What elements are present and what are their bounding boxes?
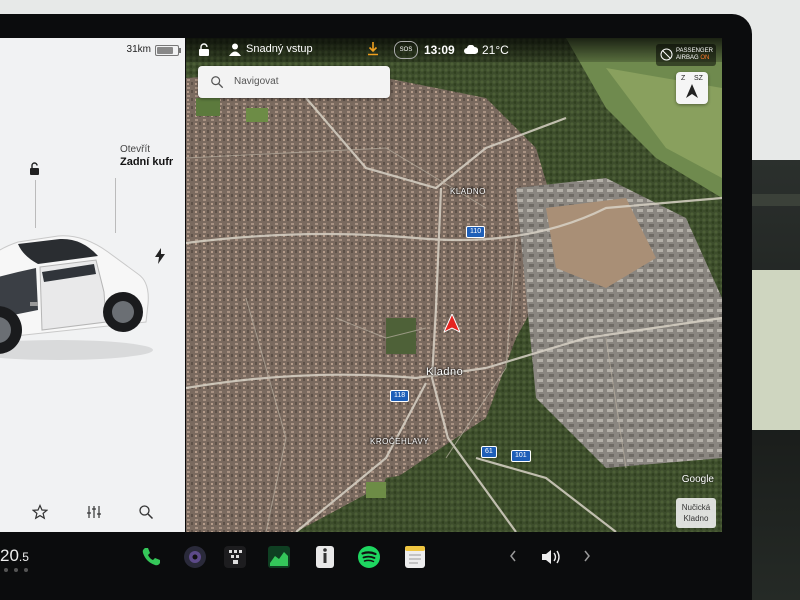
cabin-temp-main: 20 <box>0 546 19 565</box>
chevron-left-icon[interactable] <box>508 549 518 563</box>
satellite-imagery <box>186 38 722 532</box>
compass-right-label: SZ <box>694 75 703 82</box>
road-shield-118: 118 <box>390 390 410 402</box>
map-label-kladno-district: KLADNO <box>450 187 486 196</box>
temperature-indicator <box>0 568 35 574</box>
sos-icon[interactable]: SOS <box>394 41 418 59</box>
map-label-kladno-city: Kladno <box>426 366 464 378</box>
cabin-temperature[interactable]: 20.5 <box>0 546 29 566</box>
vent-trim <box>752 194 800 206</box>
lock-icon[interactable] <box>198 43 210 56</box>
compass-arrow-icon <box>686 84 698 98</box>
navigation-map[interactable]: KLADNO Kladno KROČEHLAVY 110 118 61 101 … <box>186 38 722 532</box>
range-readout: 31km <box>126 44 151 55</box>
chevron-right-icon[interactable] <box>582 549 592 563</box>
download-icon[interactable] <box>368 42 378 56</box>
camera-icon[interactable] <box>182 544 208 570</box>
phone-icon[interactable] <box>138 544 164 570</box>
cabin-temp-decimal: .5 <box>18 550 29 564</box>
status-bar: Snadný vstup SOS 13:09 21°C <box>186 38 722 62</box>
clock: 13:09 <box>424 43 455 57</box>
poi-street: Nučická <box>681 503 711 512</box>
trunk-label-action: Otevřít <box>120 144 151 155</box>
battery-level <box>157 47 174 54</box>
search-icon <box>211 76 224 89</box>
passenger-airbag-indicator: PASSENGER AIRBAG ON <box>656 44 716 66</box>
sliders-icon[interactable] <box>86 504 102 520</box>
outside-temperature: 21°C <box>482 43 509 57</box>
open-trunk-button[interactable]: Otevřít Zadní kufr <box>120 143 173 169</box>
lightning-icon[interactable] <box>154 248 166 264</box>
airbag-label: AIRBAG <box>676 55 699 61</box>
spotify-icon[interactable] <box>356 544 382 570</box>
manual-icon[interactable] <box>312 544 338 570</box>
unlock-icon[interactable] <box>28 162 42 176</box>
search-icon[interactable] <box>138 504 154 520</box>
dashboard-edge <box>752 160 800 600</box>
airbag-state: ON <box>700 55 710 61</box>
road-shield-110: 110 <box>466 226 486 238</box>
battery-icon <box>155 45 181 56</box>
poi-city: Kladno <box>683 514 709 523</box>
road-shield-61: 61 <box>481 446 497 458</box>
car-status-panel: 31km Otevřít Zadní kufr <box>0 38 185 532</box>
notes-icon[interactable] <box>402 544 428 570</box>
airbag-icon <box>660 48 673 61</box>
map-label-krocehlavy: KROČEHLAVY <box>370 437 430 446</box>
toybox-icon[interactable] <box>222 544 248 570</box>
driver-profile-name[interactable]: Snadný vstup <box>246 43 313 55</box>
cloud-icon <box>464 45 478 54</box>
panel-toolbar <box>0 492 185 532</box>
map-attribution: Google <box>681 474 714 485</box>
airbag-line1: PASSENGER <box>676 48 713 54</box>
compass-button[interactable]: Z SZ <box>676 72 708 104</box>
compass-left-label: Z <box>681 75 686 82</box>
search-placeholder: Navigovat <box>234 76 279 87</box>
window-glare <box>752 270 800 430</box>
road-shield-101: 101 <box>511 450 531 462</box>
car-model-image <box>0 235 153 360</box>
current-location-arrow-icon <box>444 314 460 333</box>
trunk-label-target: Zadní kufr <box>120 156 174 168</box>
energy-icon[interactable] <box>266 544 292 570</box>
bottom-dock: 20.5 <box>0 536 752 586</box>
person-icon[interactable] <box>229 43 241 56</box>
volume-icon[interactable] <box>540 548 562 566</box>
poi-card[interactable]: Nučická Kladno <box>676 498 716 528</box>
navigate-search-box[interactable]: Navigovat <box>198 66 390 98</box>
airbag-line2: AIRBAG ON <box>676 55 709 62</box>
star-icon[interactable] <box>32 504 48 520</box>
